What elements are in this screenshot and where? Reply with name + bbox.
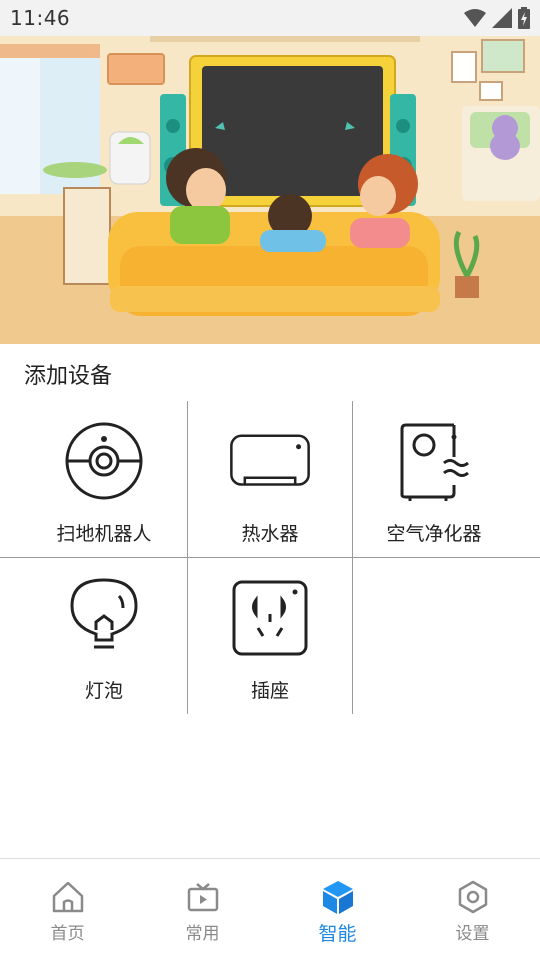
device-water-heater[interactable]: 热水器	[182, 401, 358, 557]
status-time: 11:46	[10, 6, 71, 30]
banner-illustration[interactable]	[0, 36, 540, 344]
device-light-bulb[interactable]: 灯泡	[16, 558, 192, 714]
tv-icon	[185, 879, 221, 915]
device-grid: 扫地机器人 热水器 空气净化器 灯泡 插座	[0, 401, 540, 714]
air-purifier-icon	[392, 419, 476, 503]
nav-item-settings[interactable]: 设置	[405, 879, 540, 944]
section-title: 添加设备	[24, 364, 113, 389]
device-label: 插座	[250, 680, 289, 702]
light-bulb-icon	[62, 576, 146, 660]
cellular-signal-icon	[492, 8, 512, 32]
nav-item-smart[interactable]: 智能	[270, 879, 405, 946]
device-label: 扫地机器人	[56, 523, 152, 545]
device-label: 灯泡	[84, 680, 123, 702]
power-socket-icon	[228, 576, 312, 660]
settings-hexagon-icon	[455, 879, 491, 915]
device-power-socket[interactable]: 插座	[182, 558, 358, 714]
status-bar: 11:46	[0, 0, 540, 36]
robot-vacuum-icon	[62, 419, 146, 503]
nav-label: 常用	[185, 924, 220, 944]
wifi-icon	[464, 8, 486, 32]
nav-label: 设置	[455, 924, 490, 944]
bottom-nav: 首页 常用 智能 设置	[0, 858, 540, 960]
device-label: 热水器	[241, 523, 299, 545]
battery-charging-icon	[518, 7, 530, 33]
device-label: 空气净化器	[386, 523, 482, 545]
nav-label: 智能	[318, 923, 357, 945]
cube-icon	[320, 879, 356, 915]
nav-item-home[interactable]: 首页	[0, 879, 135, 944]
home-icon	[50, 879, 86, 915]
water-heater-icon	[228, 419, 312, 503]
device-robot-vacuum[interactable]: 扫地机器人	[16, 401, 192, 557]
family-watching-tv-illustration	[0, 36, 540, 344]
nav-label: 首页	[50, 924, 85, 944]
nav-item-common[interactable]: 常用	[135, 879, 270, 944]
status-icons	[464, 7, 530, 33]
device-air-purifier[interactable]: 空气净化器	[346, 401, 522, 557]
